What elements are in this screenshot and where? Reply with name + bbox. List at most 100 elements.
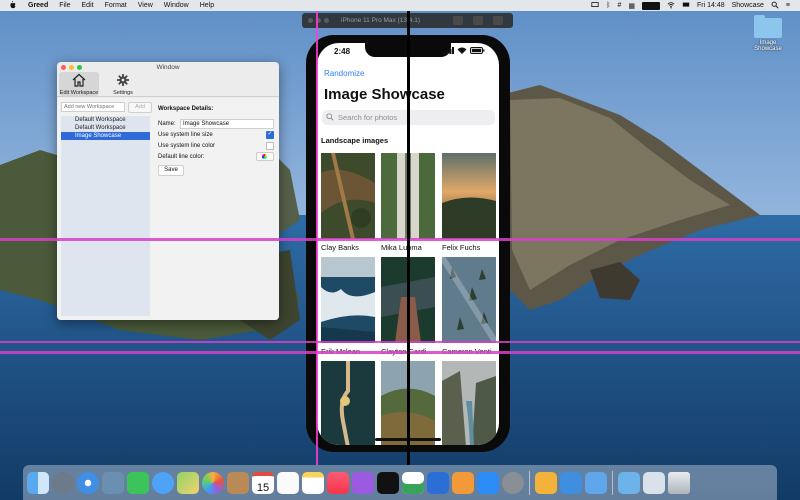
music-icon[interactable] xyxy=(327,471,349,494)
guide-line-vertical-dark[interactable] xyxy=(407,11,410,465)
tab-settings[interactable]: Settings xyxy=(103,72,143,96)
home-icon[interactable] xyxy=(473,16,483,25)
photo-thumbnail xyxy=(321,257,375,343)
window-titlebar[interactable]: Window xyxy=(57,62,279,72)
dock: 15 xyxy=(23,465,777,500)
bluetooth-icon[interactable]: ᛒ xyxy=(606,2,610,9)
list-item[interactable]: Default Workspace xyxy=(61,124,150,132)
desktop-folder-label: Image Showcase xyxy=(754,40,782,52)
minimize-button[interactable] xyxy=(69,65,74,70)
desktop-folder[interactable]: Image Showcase xyxy=(745,15,791,52)
screen-mirror-icon[interactable] xyxy=(591,1,599,11)
facetime-icon[interactable] xyxy=(127,471,149,494)
name-field[interactable]: Image Showcase xyxy=(180,118,274,129)
workspace-details: Workspace Details: Name: Image Showcase … xyxy=(158,106,274,176)
house-icon xyxy=(72,73,86,87)
xcode-icon[interactable] xyxy=(560,471,582,494)
name-label: Name: xyxy=(158,120,176,127)
sim-zoom-button[interactable] xyxy=(324,18,329,23)
list-item[interactable]: Default Workspace xyxy=(61,116,150,124)
window-title: Window xyxy=(156,64,180,71)
tab-settings-label: Settings xyxy=(113,90,133,96)
system-preferences-icon[interactable] xyxy=(502,471,524,494)
photo-cell[interactable] xyxy=(442,361,496,445)
rotate-icon[interactable] xyxy=(493,16,503,25)
menu-clock[interactable]: Fri 14:48 xyxy=(697,2,725,9)
simulator-icon[interactable] xyxy=(585,471,607,494)
tab-edit-workspace[interactable]: Edit Workspace xyxy=(59,72,99,96)
menu-workspace[interactable]: Showcase xyxy=(732,2,764,9)
system-line-color-label: Use system line color xyxy=(158,142,216,149)
menu-format[interactable]: Format xyxy=(105,2,127,9)
contacts-icon[interactable] xyxy=(227,471,249,494)
menu-window[interactable]: Window xyxy=(164,2,189,9)
system-line-size-checkbox[interactable] xyxy=(266,130,274,139)
app-store-icon[interactable] xyxy=(477,471,499,494)
menu-app-name[interactable]: Greed xyxy=(28,2,48,9)
safari-icon[interactable] xyxy=(77,471,99,494)
system-line-color-checkbox[interactable] xyxy=(266,141,274,150)
mail-icon[interactable] xyxy=(102,471,124,494)
search-placeholder: Search for photos xyxy=(338,113,398,122)
save-button[interactable]: Save xyxy=(158,165,184,176)
line-color-well[interactable] xyxy=(256,152,274,161)
section-title: Landscape images xyxy=(321,136,389,145)
guide-line-horizontal[interactable] xyxy=(0,351,800,354)
messages-icon[interactable] xyxy=(152,471,174,494)
podcasts-icon[interactable] xyxy=(352,471,374,494)
workspace-window: Window Edit Workspace Settings Add Defau… xyxy=(57,62,279,320)
status-time: 2:48 xyxy=(334,47,351,56)
keynote-icon[interactable] xyxy=(427,471,449,494)
display-icon[interactable] xyxy=(682,1,690,11)
new-workspace-input[interactable] xyxy=(61,102,125,112)
photos-icon[interactable] xyxy=(202,471,224,494)
folder-icon[interactable] xyxy=(618,471,640,494)
calendar-icon[interactable]: 15 xyxy=(252,471,274,494)
guide-line-horizontal[interactable] xyxy=(0,238,800,241)
search-icon[interactable] xyxy=(771,1,779,11)
default-line-color-label: Default line color: xyxy=(158,153,205,160)
folder-icon xyxy=(754,15,782,38)
zoom-button[interactable] xyxy=(77,65,82,70)
maps-icon[interactable] xyxy=(177,471,199,494)
cellular-icon xyxy=(444,47,454,56)
menu-file[interactable]: File xyxy=(59,2,70,9)
extension-icon[interactable]: ▦ xyxy=(628,2,635,10)
close-button[interactable] xyxy=(61,65,66,70)
dock-separator xyxy=(529,470,530,495)
trash-icon[interactable] xyxy=(668,471,690,494)
notification-center-icon[interactable]: ≡ xyxy=(786,2,790,9)
menu-view[interactable]: View xyxy=(138,2,153,9)
menu-edit[interactable]: Edit xyxy=(82,2,94,9)
reminders-icon[interactable] xyxy=(277,471,299,494)
list-item[interactable]: Image Showcase xyxy=(61,132,150,140)
guide-line-horizontal[interactable] xyxy=(0,341,800,343)
hashtag-icon[interactable]: # xyxy=(617,2,621,9)
finder-icon[interactable] xyxy=(27,471,49,494)
wifi-icon[interactable] xyxy=(667,1,675,11)
photo-thumbnail xyxy=(442,153,496,239)
wifi-icon xyxy=(457,47,467,56)
photo-cell[interactable] xyxy=(321,361,375,445)
photo-thumbnail xyxy=(321,361,375,445)
notes-icon[interactable] xyxy=(302,471,324,494)
add-workspace-button[interactable]: Add xyxy=(128,102,152,113)
sim-close-button[interactable] xyxy=(308,18,313,23)
tv-icon[interactable] xyxy=(377,471,399,494)
battery-icon[interactable] xyxy=(641,1,660,10)
battery-icon xyxy=(470,47,485,56)
menu-help[interactable]: Help xyxy=(200,2,214,9)
screenshot-icon[interactable] xyxy=(453,16,463,25)
apple-icon[interactable] xyxy=(9,0,17,11)
window-toolbar: Edit Workspace Settings xyxy=(57,72,279,97)
window-controls xyxy=(61,65,82,70)
randomize-button[interactable]: Randomize xyxy=(324,69,364,78)
window-body: Add Default Workspace Default Workspace … xyxy=(57,98,279,320)
downloads-icon[interactable] xyxy=(643,471,665,494)
numbers-icon[interactable] xyxy=(402,471,424,494)
pages-icon[interactable] xyxy=(452,471,474,494)
greed-icon[interactable] xyxy=(535,471,557,494)
launchpad-icon[interactable] xyxy=(52,471,74,494)
gear-icon xyxy=(117,74,129,86)
photo-thumbnail xyxy=(442,361,496,445)
